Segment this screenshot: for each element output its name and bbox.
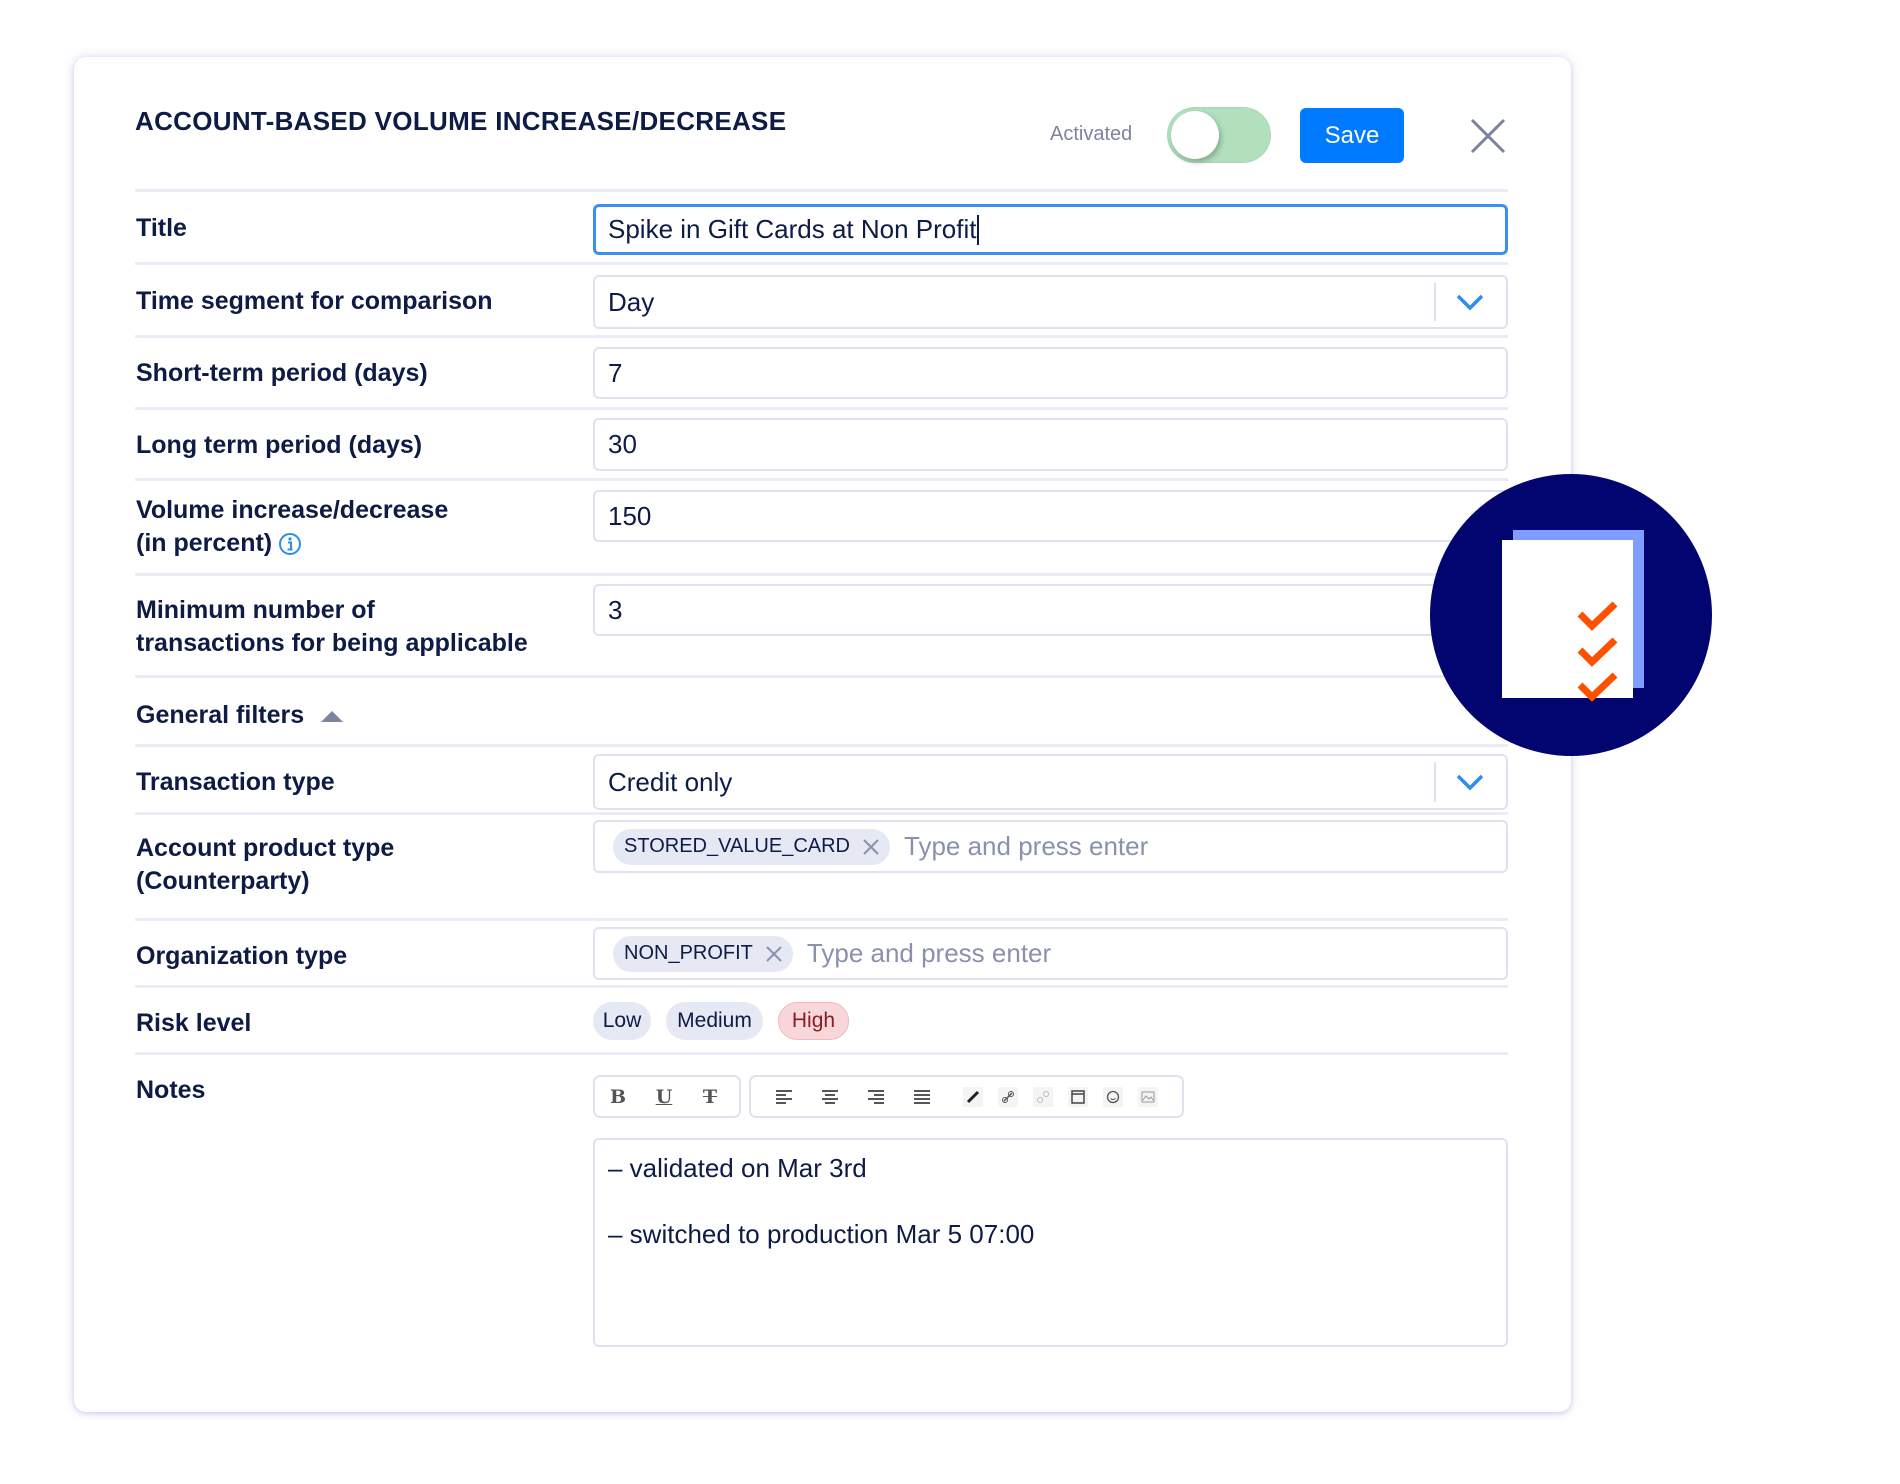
emoji-icon[interactable] [1095,1079,1130,1115]
align-center-icon[interactable] [807,1079,853,1115]
brush-icon[interactable] [955,1079,990,1115]
bold-icon[interactable]: B [595,1079,641,1115]
divider [135,335,1508,338]
save-button[interactable]: Save [1300,108,1404,163]
min-transactions-label-line2: transactions for being applicable [136,629,528,657]
transaction-type-label: Transaction type [136,768,335,796]
notes-line: – validated on Mar 3rd [608,1153,867,1183]
embed-icon[interactable] [1060,1079,1095,1115]
volume-label-line1: Volume increase/decrease [136,496,449,524]
tag-input-placeholder: Type and press enter [904,831,1149,861]
close-icon[interactable] [1468,116,1508,156]
divider [135,262,1508,265]
short-term-value: 7 [608,357,623,388]
notes-line: – switched to production Mar 5 07:00 [608,1219,1035,1249]
min-transactions-value: 3 [608,594,623,625]
image-icon[interactable] [1130,1079,1165,1115]
format-toolbar-group: B U T [593,1075,741,1118]
risk-level-medium[interactable]: Medium [666,1002,763,1040]
volume-input[interactable]: 150 [593,490,1508,542]
select-separator [1434,283,1436,321]
account-product-type-input[interactable]: STORED_VALUE_CARD Type and press enter [593,820,1508,873]
risk-level-high[interactable]: High [778,1002,849,1040]
underline-icon[interactable]: U [641,1079,687,1115]
transaction-type-select[interactable]: Credit only [593,754,1508,810]
title-label: Title [136,214,187,242]
general-filters-label: General filters [136,701,305,729]
min-transactions-label: Minimum number of transactions for being… [136,594,528,660]
tag-chip: NON_PROFIT [613,935,793,972]
notes-label: Notes [136,1076,206,1104]
remove-tag-icon[interactable] [862,838,880,856]
align-justify-icon[interactable] [899,1079,945,1115]
chevron-down-icon[interactable] [1456,773,1484,791]
unlink-icon[interactable] [1025,1079,1060,1115]
organization-type-input[interactable]: NON_PROFIT Type and press enter [593,927,1508,980]
tag-label: NON_PROFIT [624,942,753,964]
time-segment-label: Time segment for comparison [136,287,493,315]
short-term-label: Short-term period (days) [136,359,428,387]
info-icon[interactable] [278,532,302,556]
long-term-input[interactable]: 30 [593,418,1508,471]
min-transactions-input[interactable]: 3 [593,584,1508,636]
risk-level-label: Risk level [136,1009,252,1037]
align-insert-toolbar-group [749,1075,1184,1118]
align-left-icon[interactable] [761,1079,807,1115]
caret-up-icon [321,710,344,722]
divider [135,985,1508,988]
activated-toggle[interactable] [1167,107,1271,163]
tag-input-placeholder: Type and press enter [806,938,1052,968]
account-product-type-label-line2: (Counterparty) [136,867,310,895]
title-input[interactable]: Spike in Gift Cards at Non Profit [593,204,1508,255]
remove-tag-icon[interactable] [765,945,783,963]
risk-level-low[interactable]: Low [593,1002,651,1040]
min-transactions-label-line1: Minimum number of [136,596,375,624]
long-term-label: Long term period (days) [136,431,423,459]
strikethrough-icon[interactable]: T [687,1079,733,1115]
activated-label: Activated [1050,123,1133,145]
text-caret [977,214,980,245]
tag-chip: STORED_VALUE_CARD [613,828,890,865]
volume-value: 150 [608,500,652,531]
divider [135,744,1508,747]
divider [135,1052,1508,1055]
general-filters-toggle[interactable]: General filters [136,699,344,732]
dialog-title: ACCOUNT-BASED VOLUME INCREASE/DECREASE [135,106,787,136]
divider [135,573,1508,576]
transaction-type-value: Credit only [608,766,733,797]
long-term-value: 30 [608,429,637,459]
volume-label-line2: (in percent) [136,529,273,557]
account-product-type-label-line1: Account product type [136,834,395,862]
divider [135,189,1508,192]
link-icon[interactable] [990,1079,1025,1115]
notes-editor[interactable]: – validated on Mar 3rd – switched to pro… [593,1138,1508,1347]
account-product-type-label: Account product type (Counterparty) [136,832,394,898]
volume-label: Volume increase/decrease (in percent) [136,494,448,560]
tag-label: STORED_VALUE_CARD [624,835,850,857]
organization-type-label: Organization type [136,942,348,970]
checklist-document-icon [1430,474,1712,756]
title-input-value: Spike in Gift Cards at Non Profit [608,214,977,244]
chevron-down-icon[interactable] [1456,293,1484,311]
align-right-icon[interactable] [853,1079,899,1115]
divider [135,675,1508,678]
time-segment-value: Day [608,286,655,317]
divider [135,812,1508,815]
short-term-input[interactable]: 7 [593,347,1508,399]
divider [135,918,1508,921]
divider [135,478,1508,481]
divider [135,407,1508,410]
select-separator [1434,762,1436,802]
toggle-knob [1171,111,1219,159]
time-segment-select[interactable]: Day [593,275,1508,329]
